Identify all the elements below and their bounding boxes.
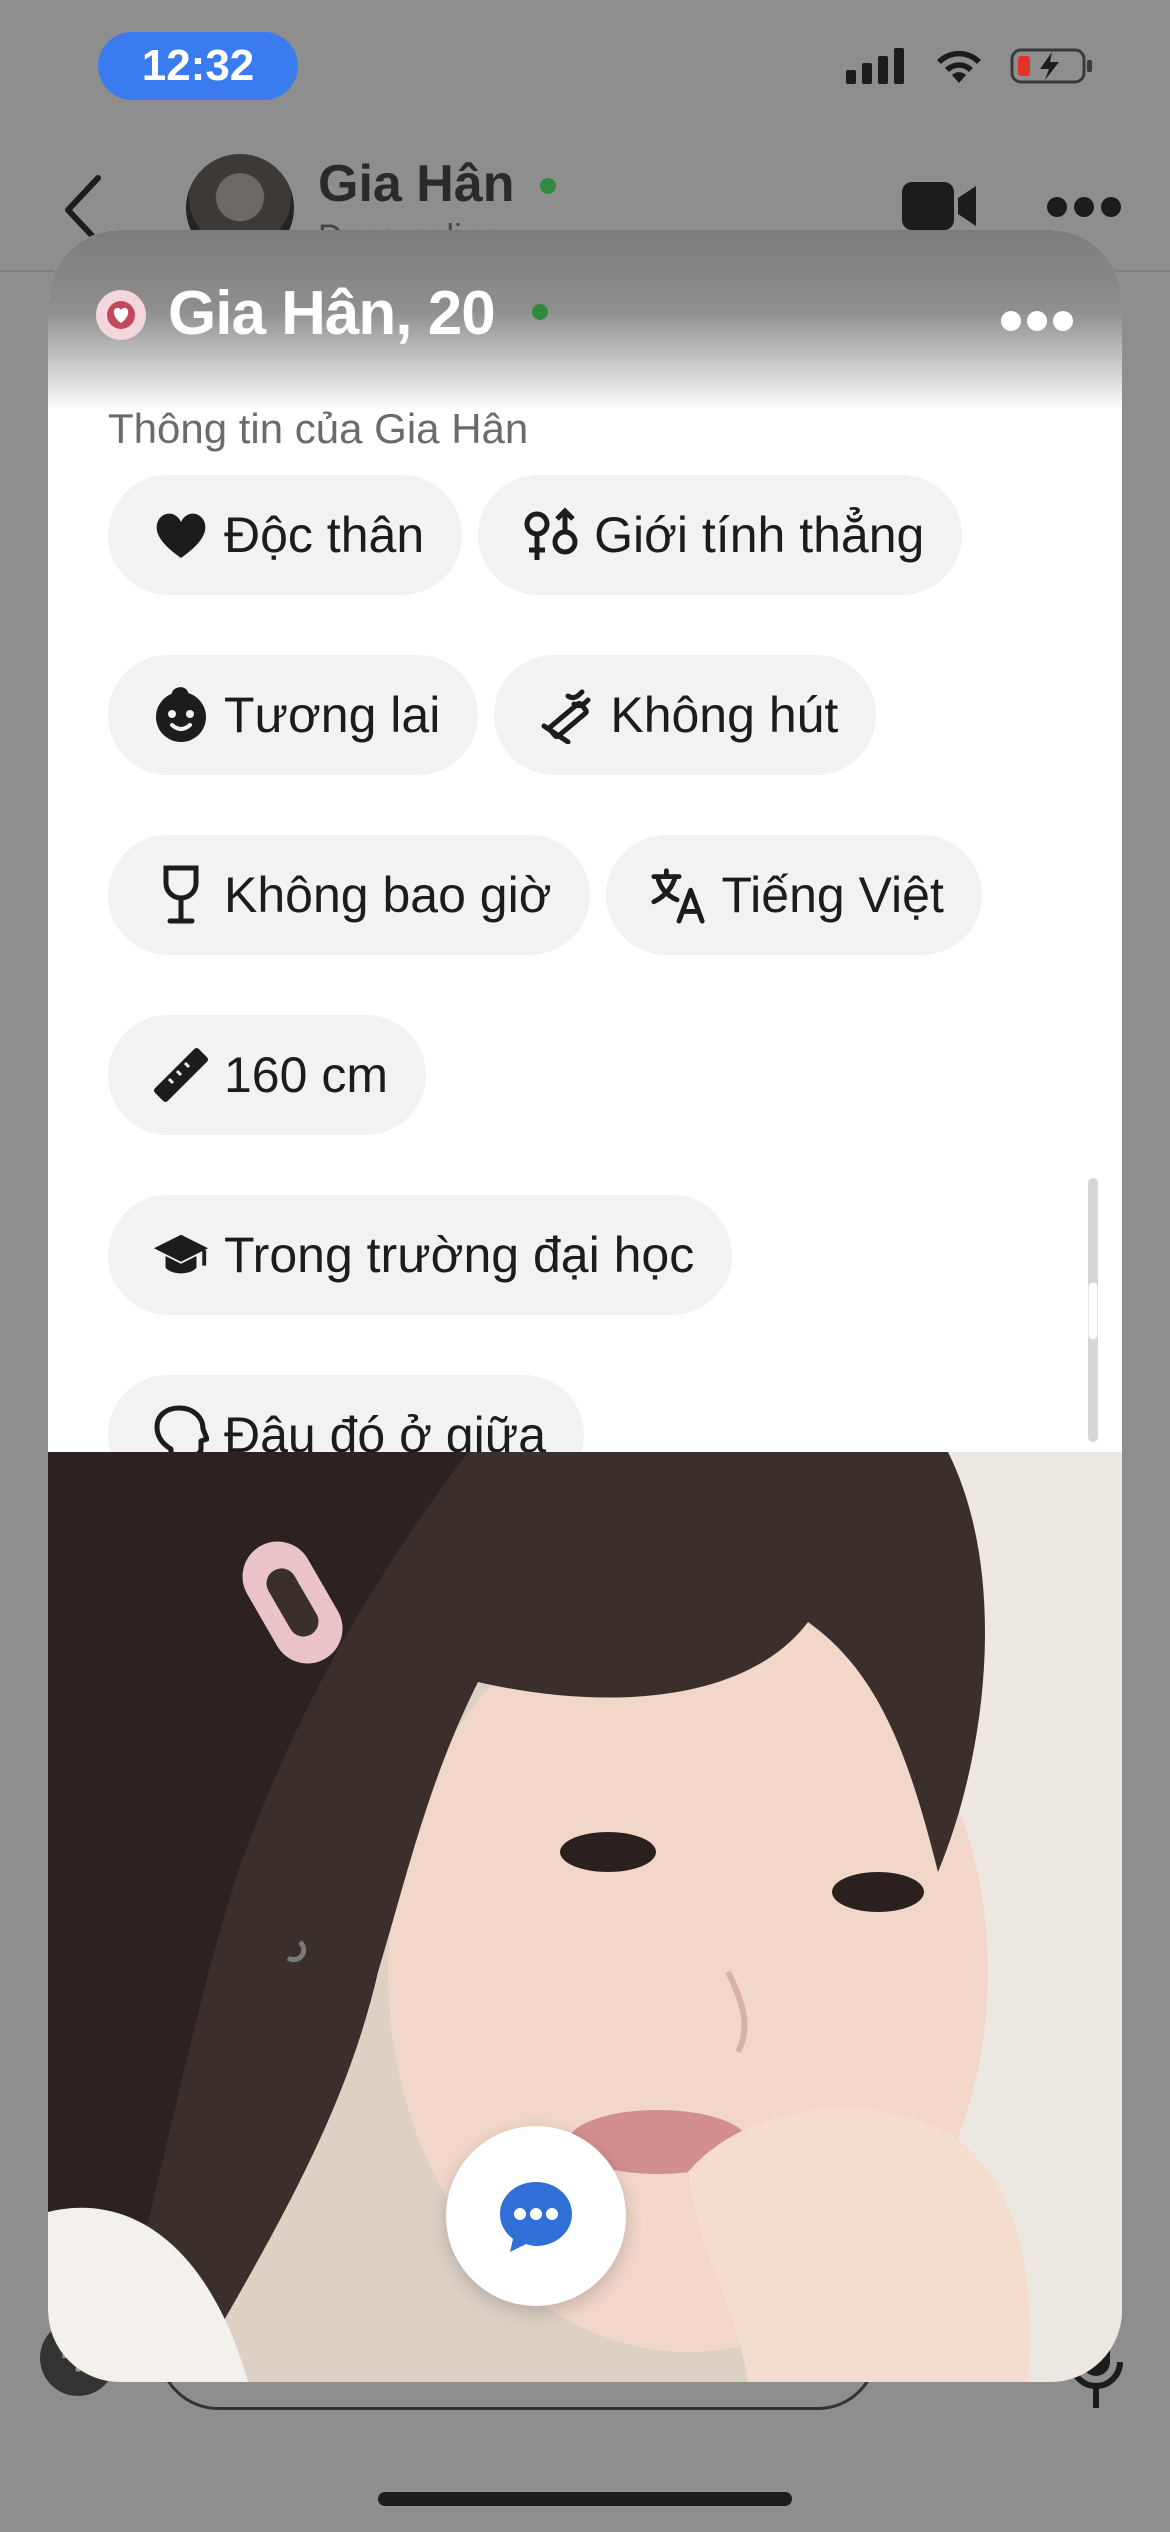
ruler-icon <box>152 1046 210 1104</box>
info-chip-family-plans: Tương lai <box>108 655 479 775</box>
info-chip-label: Độc thân <box>224 507 425 563</box>
battery-charging-icon <box>1010 48 1092 84</box>
chat-contact-name: Gia Hân <box>318 155 515 213</box>
no-smoking-icon <box>538 686 596 744</box>
info-chips: Độc thân Giới tính thẳng Tương lai Không… <box>108 475 1088 1495</box>
profile-name-age: Gia Hân, 20 <box>168 279 496 348</box>
profile-card-header: Gia Hân, 20 <box>48 230 1122 410</box>
info-chip-drinking: Không bao giờ <box>108 835 590 955</box>
home-indicator <box>378 2492 792 2506</box>
graduation-cap-icon <box>152 1226 210 1284</box>
info-chip-label: Tương lai <box>224 687 441 743</box>
online-indicator <box>540 178 556 194</box>
send-message-button[interactable] <box>446 2126 626 2306</box>
info-chip-language: Tiếng Việt <box>605 835 982 955</box>
info-chip-label: Trong trường đại học <box>224 1227 695 1283</box>
info-chip-education: Trong trường đại học <box>108 1195 733 1315</box>
info-chip-label: Không bao giờ <box>224 867 552 923</box>
chat-bubble-icon <box>500 2182 572 2252</box>
online-indicator <box>532 304 548 320</box>
baby-icon <box>152 686 210 744</box>
info-chip-label: Giới tính thẳng <box>594 507 925 563</box>
info-heading: Thông tin của Gia Hân <box>108 405 529 452</box>
cellular-signal-icon <box>846 48 904 84</box>
info-chip-label: Không hút <box>610 687 839 743</box>
info-chip-relationship: Độc thân <box>108 475 463 595</box>
profile-card: Gia Hân, 20 Thông tin của Gia Hân Độc th… <box>48 230 1122 2382</box>
status-icons <box>846 46 1094 86</box>
more-options-icon[interactable] <box>1000 310 1074 332</box>
video-call-icon[interactable] <box>900 180 980 232</box>
status-bar: 12:32 <box>0 0 1170 140</box>
scrollbar-thumb[interactable] <box>1088 1282 1098 1340</box>
dating-badge-icon <box>96 290 146 340</box>
status-time: 12:32 <box>98 32 298 100</box>
more-options-icon[interactable] <box>1046 196 1122 218</box>
info-chip-height: 160 cm <box>108 1015 426 1135</box>
info-chip-label: 160 cm <box>224 1047 388 1103</box>
gender-icon <box>522 506 580 564</box>
info-chip-orientation: Giới tính thẳng <box>478 475 963 595</box>
wine-glass-icon <box>152 865 210 924</box>
info-chip-label: Tiếng Việt <box>721 867 944 923</box>
heart-icon <box>152 506 210 564</box>
info-chip-smoking: Không hút <box>494 655 877 775</box>
translate-icon <box>650 866 708 924</box>
profile-info-section: Thông tin của Gia Hân Độc thân Giới tính… <box>108 405 1088 1495</box>
wifi-icon <box>937 50 981 83</box>
